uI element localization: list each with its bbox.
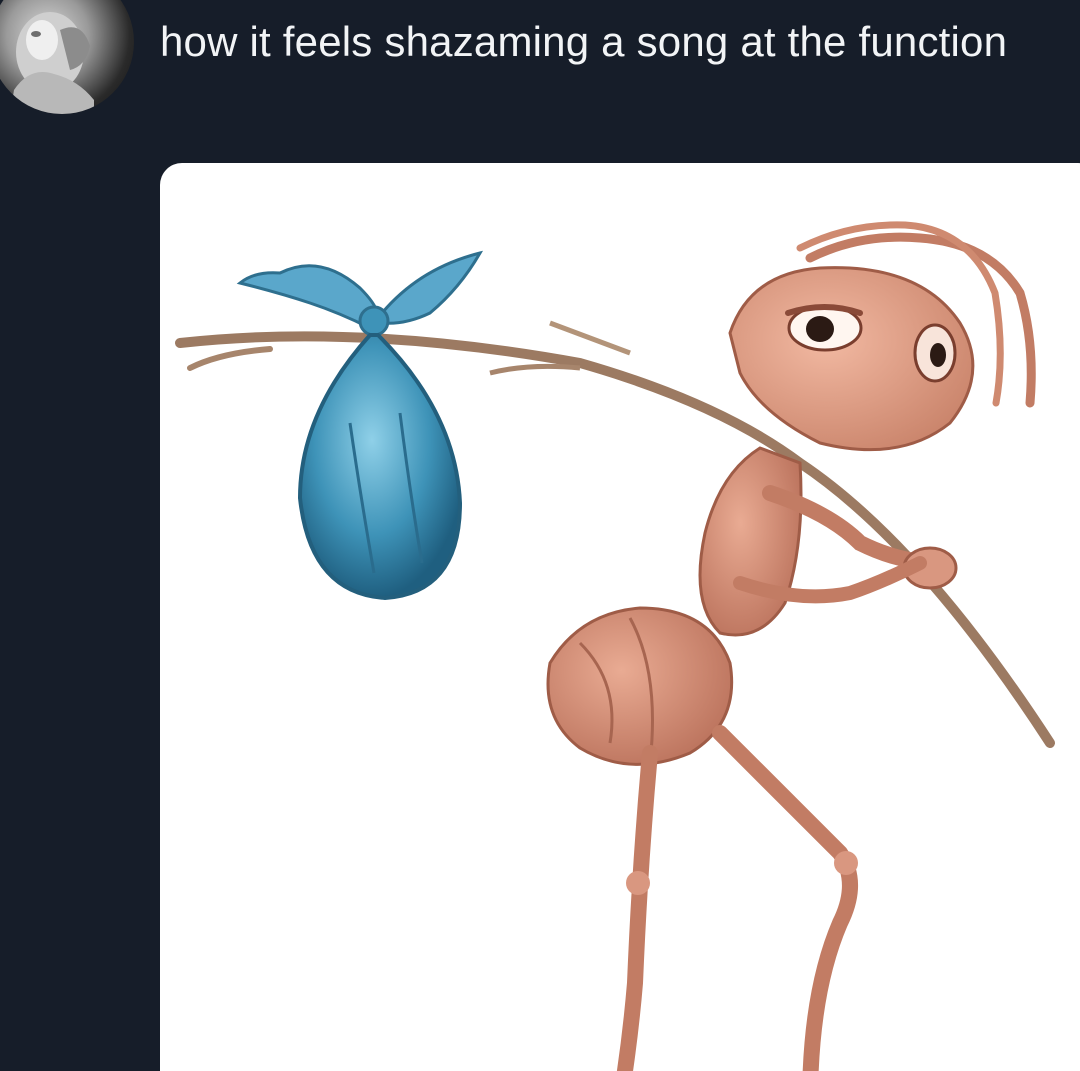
profile-avatar-statue-icon (10, 12, 94, 114)
tweet-screenshot: how it feels shazaming a song at the fun… (0, 0, 1080, 1071)
tweet-text: how it feels shazaming a song at the fun… (160, 18, 1008, 65)
avatar[interactable] (0, 0, 134, 114)
ant-with-bindle-illustration (175, 221, 1055, 1071)
tweet-media-image[interactable] (160, 163, 1080, 1071)
